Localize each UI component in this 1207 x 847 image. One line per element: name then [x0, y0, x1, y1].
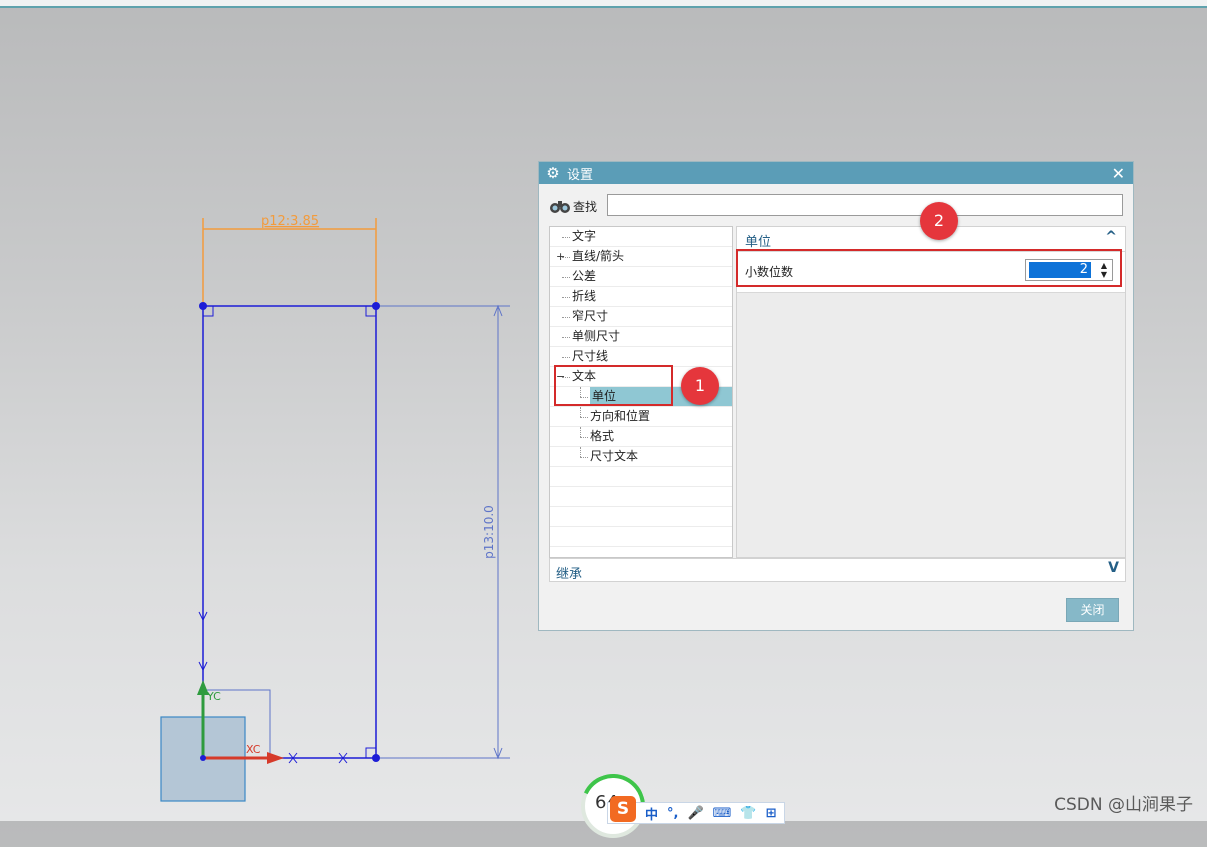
chevron-down-icon[interactable]: V: [1108, 560, 1119, 576]
tree-item-label: 单侧尺寸: [572, 329, 621, 343]
tree-connector: [562, 357, 570, 358]
annotation-box-1: [554, 365, 673, 406]
skin-icon[interactable]: 👕: [740, 806, 756, 821]
dialog-title: 设置: [567, 167, 594, 183]
tree-item[interactable]: + 直线/箭头: [550, 247, 732, 267]
tree-item[interactable]: 尺寸线: [550, 347, 732, 367]
tree-item[interactable]: 公差: [550, 267, 732, 287]
inherit-section-header[interactable]: 继承 V: [549, 558, 1126, 582]
units-section-title: 单位: [745, 235, 772, 250]
chevron-up-icon[interactable]: ^: [1105, 229, 1117, 245]
ime-item[interactable]: 中: [645, 804, 658, 823]
x-axis-label: XC: [246, 743, 261, 756]
tree-item[interactable]: 折线: [550, 287, 732, 307]
close-button[interactable]: 关闭: [1066, 598, 1119, 622]
tree-item[interactable]: 窄尺寸: [550, 307, 732, 327]
keyboard-icon[interactable]: ⌨: [713, 806, 732, 821]
tree-connector: [562, 277, 570, 278]
tree-connector: [580, 457, 588, 458]
tree-empty-row: [550, 487, 732, 507]
tree-connector: [580, 417, 588, 418]
tree-empty-row: [550, 527, 732, 547]
tree-item-label: 窄尺寸: [572, 309, 609, 323]
tree-empty-row: [550, 467, 732, 487]
tree-connector: [580, 437, 588, 438]
tree-connector: [562, 317, 570, 318]
inherit-section-title: 继承: [556, 567, 583, 582]
tree-empty-row: [550, 507, 732, 527]
tree-item-label: 直线/箭头: [572, 249, 625, 263]
tree-connector-vertical: [580, 447, 581, 457]
sketch-vertices[interactable]: [199, 302, 380, 762]
horizontal-dimension-label[interactable]: p12:3.85: [261, 214, 319, 229]
dialog-titlebar[interactable]: ⚙ 设置 ✕: [539, 162, 1133, 184]
close-icon[interactable]: ✕: [1112, 164, 1125, 183]
tree-item-label: 尺寸线: [572, 349, 609, 363]
tree-connector-vertical: [580, 427, 581, 437]
gear-icon: ⚙: [546, 164, 560, 182]
binoculars-icon: [550, 201, 570, 213]
find-input[interactable]: [607, 194, 1123, 216]
find-label: 查找: [573, 199, 598, 214]
tree-item[interactable]: 单侧尺寸: [550, 327, 732, 347]
tree-item-label: 公差: [572, 269, 597, 283]
tree-connector: [562, 237, 570, 238]
annotation-box-2: [736, 249, 1122, 287]
tree-item[interactable]: 尺寸文本: [550, 447, 732, 467]
tree-item-label: 尺寸文本: [590, 449, 639, 463]
horizontal-dimension[interactable]: [202, 218, 377, 306]
tree-connector: [562, 297, 570, 298]
tree-connector: [562, 337, 570, 338]
tree-item[interactable]: 方向和位置: [550, 407, 732, 427]
annotation-badge-2: 2: [920, 202, 958, 240]
watermark: CSDN @山涧果子: [1054, 795, 1193, 815]
tree-item[interactable]: 文字: [550, 227, 732, 247]
sketch-rectangle[interactable]: [198, 305, 377, 764]
tree-item-label: 文字: [572, 229, 597, 243]
microphone-icon[interactable]: 🎤: [687, 806, 703, 821]
tree-item-label: 方向和位置: [590, 409, 651, 423]
vertical-dimension-label[interactable]: p13:10.0: [482, 505, 496, 559]
toolbox-icon[interactable]: ⊞: [766, 806, 777, 821]
expand-icon[interactable]: +: [556, 247, 565, 266]
tree-item-label: 格式: [590, 429, 615, 443]
y-axis-label: YC: [206, 690, 221, 703]
csys-origin[interactable]: [200, 755, 206, 761]
find-row: 查找: [549, 194, 597, 218]
tree-item-label: 折线: [572, 289, 597, 303]
annotation-badge-1: 1: [681, 367, 719, 405]
sogou-logo-icon[interactable]: S: [610, 796, 636, 822]
tree-item[interactable]: 格式: [550, 427, 732, 447]
ime-punctuation-icon[interactable]: °,: [667, 806, 678, 821]
tree-connector-vertical: [580, 407, 581, 417]
